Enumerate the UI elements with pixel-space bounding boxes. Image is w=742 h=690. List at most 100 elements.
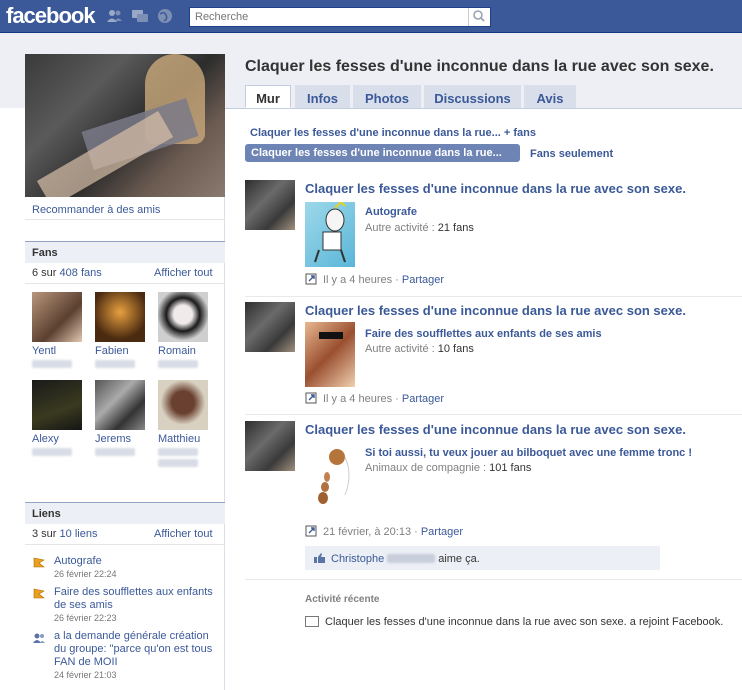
story-meta: 21 février, à 20:13 · Partager (305, 525, 463, 538)
link-item[interactable]: Autografe 26 février 22:24 (32, 555, 222, 580)
fan-photo[interactable] (158, 292, 208, 342)
filter-page-only[interactable]: Claquer les fesses d'une inconnue dans l… (245, 144, 520, 162)
tab-discussions[interactable]: Discussions (424, 85, 521, 108)
blurred-surname (387, 554, 436, 563)
story-time[interactable]: 21 février, à 20:13 (323, 526, 411, 538)
tabs-baseline (225, 108, 742, 109)
filter-page-and-fans[interactable]: Claquer les fesses d'une inconnue dans l… (250, 127, 536, 139)
thumbs-up-icon (314, 553, 325, 563)
links-box-title: Liens (25, 502, 225, 524)
joined-icon (305, 616, 319, 627)
fan-photo[interactable] (32, 292, 82, 342)
attachment-title[interactable]: Si toi aussi, tu veux jouer au bilboquet… (365, 447, 692, 459)
filter-fans-only[interactable]: Fans seulement (530, 148, 613, 160)
page-title: Claquer les fesses d'une inconnue dans l… (245, 58, 714, 75)
story-time[interactable]: Il y a 4 heures (323, 393, 392, 405)
share-link[interactable]: Partager (402, 393, 444, 405)
links-count-link[interactable]: 10 liens (60, 528, 98, 540)
fan-photo[interactable] (158, 380, 208, 430)
attachment-title[interactable]: Faire des soufflettes aux enfants de ses… (365, 328, 602, 340)
divider (25, 283, 225, 284)
link-item[interactable]: Faire des soufflettes aux enfants de ses… (32, 586, 222, 624)
top-bar: facebook (0, 0, 742, 33)
fan-photo[interactable] (32, 380, 82, 430)
fan-name[interactable]: Jerems (95, 433, 147, 445)
story-author-link[interactable]: Claquer les fesses d'une inconnue dans l… (305, 422, 686, 437)
friends-icon[interactable] (106, 8, 124, 24)
recent-activity-text: Claquer les fesses d'une inconnue dans l… (325, 616, 724, 628)
search-input[interactable] (190, 8, 468, 26)
fans-count-prefix: 6 sur (32, 267, 57, 279)
story-separator (245, 296, 742, 297)
story-author-photo[interactable] (245, 421, 295, 471)
like-user-link[interactable]: Christophe (331, 553, 384, 565)
recommend-to-friends-link[interactable]: Recommander à des amis (32, 204, 160, 216)
cartoon-icon (314, 200, 346, 263)
link-item-date: 24 février 21:03 (54, 670, 117, 680)
link-item-title[interactable]: Faire des soufflettes aux enfants de ses… (54, 586, 222, 612)
fans-count: 6 sur 408 fans (32, 267, 102, 279)
fan-item[interactable]: Yentl (32, 292, 84, 368)
bilboquet-icon (318, 449, 350, 504)
share-link[interactable]: Partager (402, 274, 444, 286)
search-button[interactable] (468, 8, 490, 26)
recent-activity-item: Claquer les fesses d'une inconnue dans l… (305, 616, 723, 628)
fans-show-all-link[interactable]: Afficher tout (154, 267, 213, 279)
divider (25, 544, 225, 545)
story-author-link[interactable]: Claquer les fesses d'une inconnue dans l… (305, 181, 686, 196)
fan-item[interactable]: Fabien (95, 292, 147, 368)
tab-photos[interactable]: Photos (353, 85, 421, 108)
tab-reviews[interactable]: Avis (524, 85, 576, 108)
attachment-description: Animaux de compagnie : 101 fans (365, 462, 531, 474)
fan-name[interactable]: Matthieu (158, 433, 210, 445)
story-time[interactable]: Il y a 4 heures (323, 274, 392, 286)
fan-item[interactable]: Jerems (95, 380, 147, 456)
fan-item[interactable]: Alexy (32, 380, 84, 456)
story-separator (245, 579, 742, 580)
share-arrow-icon (305, 392, 317, 404)
fan-name[interactable]: Romain (158, 345, 210, 357)
story-author-photo[interactable] (245, 180, 295, 230)
fan-item[interactable]: Romain (158, 292, 210, 368)
links-count: 3 sur 10 liens (32, 528, 97, 540)
story-author-photo[interactable] (245, 302, 295, 352)
profile-picture[interactable] (25, 54, 225, 197)
links-show-all-link[interactable]: Afficher tout (154, 528, 213, 540)
group-icon (33, 633, 45, 643)
attachment-fans: 10 fans (437, 343, 474, 355)
share-arrow-icon (305, 273, 317, 285)
attachment-thumbnail[interactable] (305, 200, 355, 267)
fan-item[interactable]: Matthieu (158, 380, 210, 467)
search-icon (473, 10, 485, 22)
attachment-category: Animaux de compagnie : (365, 462, 487, 474)
attachment-title[interactable]: Autografe (365, 206, 417, 218)
share-link[interactable]: Partager (421, 526, 463, 538)
attachment-description: Autre activité : 21 fans (365, 222, 474, 234)
divider (25, 219, 225, 220)
fan-name[interactable]: Alexy (32, 433, 84, 445)
link-item[interactable]: a la demande générale création du groupe… (32, 630, 222, 681)
fan-name[interactable]: Yentl (32, 345, 84, 357)
notifications-globe-icon[interactable] (156, 8, 174, 24)
fans-count-link[interactable]: 408 fans (60, 267, 102, 279)
attachment-description: Autre activité : 10 fans (365, 343, 474, 355)
link-item-title[interactable]: Autografe (54, 555, 222, 568)
link-item-date: 26 février 22:24 (54, 569, 117, 579)
tab-info[interactable]: Infos (295, 85, 350, 108)
link-item-title[interactable]: a la demande générale création du groupe… (54, 630, 222, 669)
story-meta: Il y a 4 heures · Partager (305, 392, 444, 405)
attachment-fans: 21 fans (437, 222, 474, 234)
fan-photo[interactable] (95, 292, 145, 342)
attachment-thumbnail[interactable] (305, 445, 355, 510)
like-bar: Christophe aime ça. (305, 546, 660, 570)
attachment-thumbnail[interactable] (305, 322, 355, 387)
attachment-fans: 101 fans (489, 462, 532, 474)
story-author-link[interactable]: Claquer les fesses d'une inconnue dans l… (305, 303, 686, 318)
page-flag-icon (33, 557, 45, 568)
messages-icon[interactable] (131, 8, 149, 24)
facebook-logo[interactable]: facebook (6, 3, 96, 29)
fan-photo[interactable] (95, 380, 145, 430)
search-box (189, 7, 491, 27)
fan-name[interactable]: Fabien (95, 345, 147, 357)
tab-wall[interactable]: Mur (245, 85, 291, 108)
